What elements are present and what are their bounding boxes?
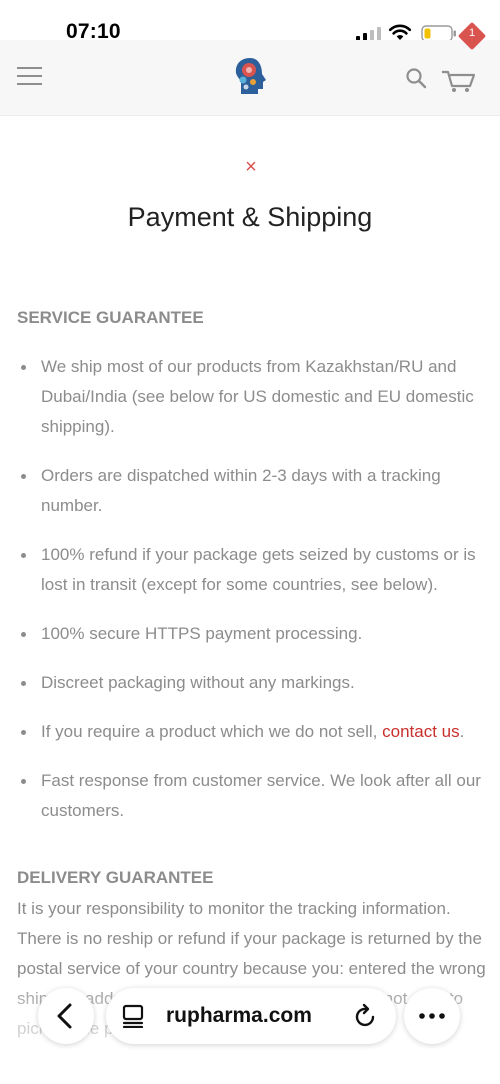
status-bar: 07:10 (0, 0, 500, 43)
address-bar[interactable]: rupharma.com (106, 988, 396, 1044)
service-guarantee-heading: SERVICE GUARANTEE (17, 308, 204, 327)
list-item: If you require a product which we do not… (17, 717, 487, 747)
page-title: Payment & Shipping (127, 202, 373, 232)
reload-icon[interactable] (354, 1003, 378, 1029)
list-item-suffix: . (459, 722, 465, 741)
chevron-left-icon (57, 1003, 72, 1029)
tabs-icon[interactable] (122, 1004, 144, 1028)
cart-count: 1 (468, 27, 476, 39)
list-item: 100% secure HTTPS payment processing. (17, 619, 487, 649)
ellipsis-icon (419, 1013, 445, 1019)
hamburger-menu-icon[interactable] (17, 67, 42, 85)
search-icon[interactable] (405, 67, 427, 89)
delivery-guarantee-heading: DELIVERY GUARANTEE (17, 868, 214, 887)
logo[interactable] (232, 56, 268, 96)
more-options-button[interactable] (404, 988, 460, 1044)
list-item-text: If you require a product which we do not… (41, 722, 378, 741)
list-item: We ship most of our products from Kazakh… (17, 352, 487, 442)
list-item: Fast response from customer service. We … (17, 766, 487, 826)
service-guarantee-list: We ship most of our products from Kazakh… (17, 352, 487, 845)
list-item: Orders are dispatched within 2-3 days wi… (17, 461, 487, 521)
list-item: Discreet packaging without any markings. (17, 668, 487, 698)
list-item: 100% refund if your package gets seized … (17, 540, 487, 600)
wifi-icon (388, 24, 412, 40)
url-text[interactable]: rupharma.com (166, 1004, 312, 1028)
close-icon[interactable]: × (240, 156, 262, 179)
cart-icon[interactable] (440, 64, 484, 94)
back-button[interactable] (38, 988, 94, 1044)
site-header (0, 40, 500, 116)
contact-us-link[interactable]: contact us (382, 722, 460, 741)
